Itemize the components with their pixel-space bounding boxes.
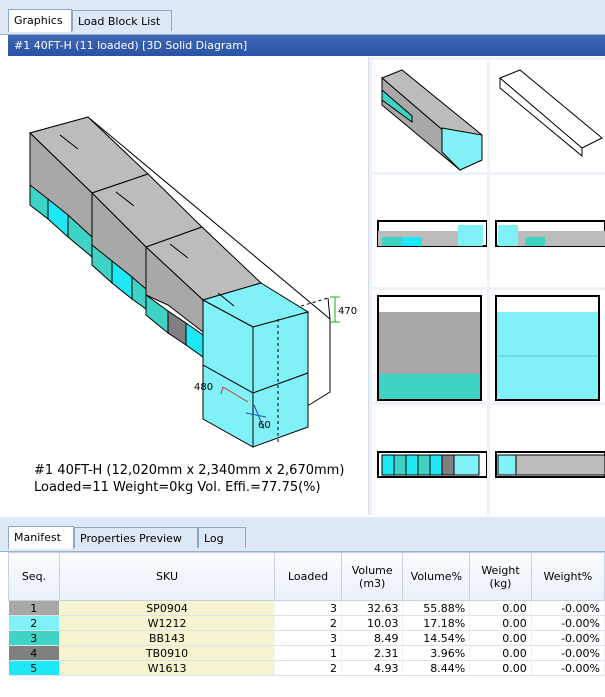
volume-pct-cell: 8.44% [402, 660, 471, 676]
thumb-3d-solid[interactable] [372, 60, 487, 172]
table-header-row: Seq. SKU Loaded Volume (m3) Volume% Weig… [8, 552, 605, 601]
sku-cell: W1613 [59, 660, 276, 676]
sku-cell: TB0910 [59, 645, 276, 661]
main-3d-view[interactable]: 470 480 60 #1 40FT-H (12,020mm x 2,340mm… [8, 57, 369, 515]
weight-pct-cell: -0.00% [531, 660, 605, 676]
table-row[interactable]: 3 BB143 3 8.49 14.54% 0.00 -0.00% [8, 630, 605, 646]
weight-cell: 0.00 [469, 660, 532, 676]
weight-pct-cell: -0.00% [531, 600, 605, 616]
volume-cell: 8.49 [341, 630, 404, 646]
loaded-cell: 2 [274, 615, 342, 631]
col-loaded[interactable]: Loaded [274, 552, 342, 601]
col-weight-pct[interactable]: Weight% [530, 552, 605, 601]
thumb-top-a[interactable] [372, 405, 488, 515]
tab-load-block-list[interactable]: Load Block List [72, 10, 172, 31]
thumb-top-b[interactable] [490, 405, 605, 515]
seq-cell: 3 [8, 630, 60, 646]
manifest-tabbar: Manifest Properties Preview Log [0, 517, 605, 552]
tab-manifest[interactable]: Manifest [8, 526, 74, 549]
weight-pct-cell: -0.00% [531, 615, 605, 631]
thumb-side-a[interactable] [372, 175, 488, 287]
weight-pct-cell: -0.00% [531, 630, 605, 646]
col-seq[interactable]: Seq. [8, 552, 60, 601]
col-weight[interactable]: Weight (kg) [469, 552, 532, 601]
volume-cell: 32.63 [341, 600, 404, 616]
table-row[interactable]: 1 SP0904 3 32.63 55.88% 0.00 -0.00% [8, 600, 605, 616]
table-row[interactable]: 4 TB0910 1 2.31 3.96% 0.00 -0.00% [8, 645, 605, 661]
container-3d-drawing: 470 480 60 [29, 116, 357, 448]
loaded-cell: 3 [274, 630, 342, 646]
volume-pct-cell: 3.96% [402, 645, 471, 661]
thumb-back[interactable] [490, 290, 605, 402]
col-volume[interactable]: Volume (m3) [340, 552, 404, 601]
container-title: #1 40FT-H (11 loaded) [3D Solid Diagram] [8, 35, 605, 56]
height-dim-label: 470 [338, 306, 357, 317]
weight-cell: 0.00 [469, 600, 532, 616]
thumbnail-panel [369, 57, 605, 515]
manifest-table: Seq. SKU Loaded Volume (m3) Volume% Weig… [8, 552, 605, 676]
volume-cell: 10.03 [341, 615, 404, 631]
sku-cell: BB143 [59, 630, 276, 646]
seq-cell: 5 [8, 660, 60, 676]
tab-graphics[interactable]: Graphics [8, 9, 72, 32]
thumb-side-b[interactable] [490, 175, 605, 287]
thumb-front[interactable] [372, 290, 487, 402]
volume-pct-cell: 17.18% [402, 615, 471, 631]
seq-cell: 2 [8, 615, 60, 631]
weight-cell: 0.00 [469, 615, 532, 631]
volume-pct-cell: 14.54% [402, 630, 471, 646]
weight-cell: 0.00 [469, 630, 532, 646]
volume-cell: 4.93 [341, 660, 404, 676]
width-dim-label: 480 [194, 382, 213, 393]
table-row[interactable]: 2 W1212 2 10.03 17.18% 0.00 -0.00% [8, 615, 605, 631]
volume-pct-cell: 55.88% [402, 600, 471, 616]
container-caption: #1 40FT-H (12,020mm x 2,340mm x 2,670mm)… [34, 462, 344, 496]
loaded-cell: 3 [274, 600, 342, 616]
caption-line-1: #1 40FT-H (12,020mm x 2,340mm x 2,670mm) [34, 463, 345, 478]
loaded-cell: 2 [274, 660, 342, 676]
seq-cell: 4 [8, 645, 60, 661]
sku-cell: SP0904 [59, 600, 276, 616]
thumb-3d-empty[interactable] [490, 60, 605, 172]
table-row[interactable]: 5 W1613 2 4.93 8.44% 0.00 -0.00% [8, 660, 605, 676]
tab-log[interactable]: Log [198, 527, 246, 548]
col-sku[interactable]: SKU [58, 552, 276, 601]
caption-line-2: Loaded=11 Weight=0kg Vol. Effi.=77.75(%) [34, 480, 321, 495]
col-volume-pct[interactable]: Volume% [402, 552, 471, 601]
seq-cell: 1 [8, 600, 60, 616]
gap-dim-label: 60 [258, 420, 271, 431]
tab-properties-preview[interactable]: Properties Preview [74, 527, 198, 548]
weight-pct-cell: -0.00% [531, 645, 605, 661]
view-tabbar: Graphics Load Block List [0, 0, 605, 35]
weight-cell: 0.00 [469, 645, 532, 661]
table-body: 1 SP0904 3 32.63 55.88% 0.00 -0.00% 2 W1212 2 10.0… [8, 600, 605, 676]
sku-cell: W1212 [59, 615, 276, 631]
loaded-cell: 1 [274, 645, 342, 661]
volume-cell: 2.31 [341, 645, 404, 661]
